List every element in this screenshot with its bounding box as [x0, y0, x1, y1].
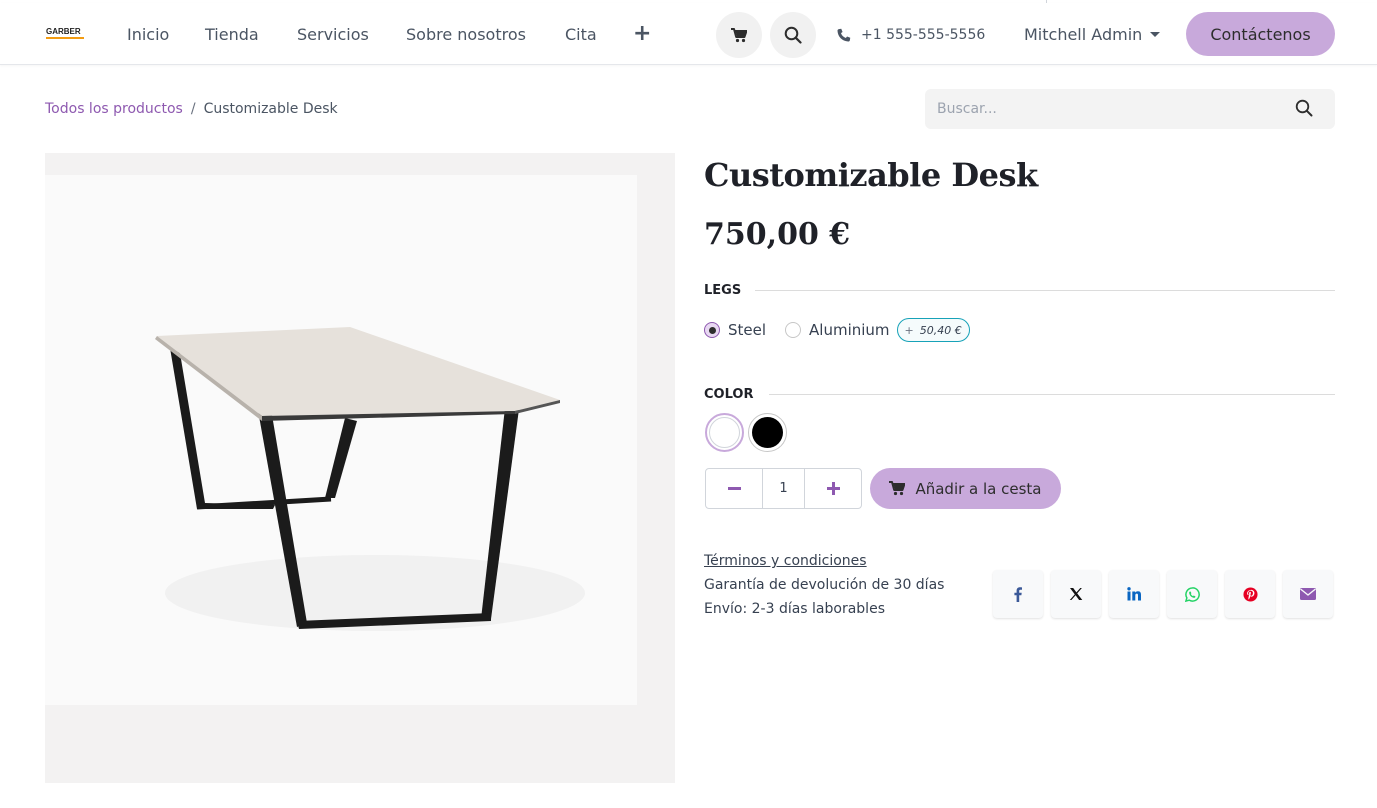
search-submit-button[interactable]	[1295, 99, 1315, 119]
breadcrumb-all-products[interactable]: Todos los productos	[45, 101, 183, 117]
legs-steel-label[interactable]: Steel	[728, 321, 766, 339]
share-x-button[interactable]	[1051, 570, 1101, 618]
color-swatch-black[interactable]	[748, 413, 787, 452]
phone-number: +1 555-555-5556	[861, 27, 986, 43]
quantity-input[interactable]	[762, 469, 805, 508]
chevron-down-icon	[1150, 32, 1161, 37]
nav-sobre-nosotros[interactable]: Sobre nosotros	[406, 25, 526, 45]
minus-icon	[727, 486, 741, 490]
radio-selected-dot	[708, 326, 716, 334]
phone-icon	[837, 28, 851, 42]
product-title: Customizable Desk	[704, 156, 1038, 194]
site-logo[interactable]: GARBER	[46, 27, 86, 41]
legs-attribute-label: LEGS	[704, 283, 742, 298]
extra-price-plus: +	[904, 323, 914, 337]
nav-servicios[interactable]: Servicios	[297, 25, 369, 45]
share-facebook-button[interactable]	[993, 570, 1043, 618]
legs-options: Steel Aluminium + 50,40 €	[704, 318, 970, 342]
white-swatch-fill	[709, 417, 740, 448]
whatsapp-icon	[1184, 586, 1200, 602]
nav-tienda[interactable]: Tienda	[205, 25, 259, 45]
legs-steel-radio[interactable]	[704, 322, 720, 338]
user-menu[interactable]: Mitchell Admin	[1024, 25, 1161, 45]
pinterest-icon	[1242, 586, 1258, 602]
legs-aluminium-label[interactable]: Aluminium	[809, 321, 890, 339]
color-divider	[769, 394, 1335, 395]
aluminium-extra-price-badge: + 50,40 €	[896, 318, 970, 342]
facebook-icon	[1014, 586, 1022, 602]
legs-divider	[755, 290, 1335, 291]
desk-illustration	[155, 327, 585, 631]
color-swatch-white[interactable]	[705, 413, 744, 452]
cart-icon	[731, 27, 747, 42]
terms-link[interactable]: Términos y condiciones	[704, 552, 867, 570]
search-input[interactable]	[925, 89, 1285, 129]
search-icon	[784, 26, 802, 44]
cart-button[interactable]	[716, 12, 762, 58]
envelope-icon	[1300, 588, 1316, 600]
search-icon	[1295, 99, 1313, 117]
user-name: Mitchell Admin	[1024, 25, 1143, 44]
nav-more-plus-icon[interactable]: +	[633, 21, 651, 47]
contact-us-button[interactable]: Contáctenos	[1186, 12, 1335, 56]
breadcrumb-separator: /	[190, 101, 196, 117]
share-linkedin-button[interactable]	[1109, 570, 1159, 618]
extra-price-value: 50,40 €	[919, 323, 962, 337]
shipping-text: Envío: 2-3 días laborables	[704, 601, 885, 617]
share-pinterest-button[interactable]	[1225, 570, 1275, 618]
add-to-cart-button[interactable]: Añadir a la cesta	[870, 468, 1061, 509]
search-toggle-button[interactable]	[770, 12, 816, 58]
logo-text: GARBER	[46, 27, 81, 36]
plus-icon	[826, 482, 840, 495]
logo-bar	[46, 37, 84, 39]
black-swatch-fill	[752, 417, 783, 448]
guarantee-text: Garantía de devolución de 30 días	[704, 577, 945, 593]
legs-aluminium-radio[interactable]	[785, 322, 802, 338]
linkedin-icon	[1127, 587, 1141, 601]
quantity-decrease-button[interactable]	[706, 469, 762, 508]
breadcrumb: Todos los productos / Customizable Desk	[45, 100, 338, 118]
share-email-button[interactable]	[1283, 570, 1333, 618]
x-icon	[1069, 588, 1083, 600]
product-price: 750,00 €	[704, 217, 851, 252]
product-image[interactable]	[45, 153, 675, 783]
quantity-stepper	[705, 468, 862, 509]
quantity-increase-button[interactable]	[805, 469, 861, 508]
cart-icon	[889, 481, 906, 496]
color-attribute-label: COLOR	[704, 387, 754, 402]
add-to-cart-label: Añadir a la cesta	[915, 479, 1042, 498]
site-header: GARBER Inicio Tienda Servicios Sobre nos…	[0, 3, 1377, 65]
nav-inicio[interactable]: Inicio	[127, 25, 169, 45]
phone-link[interactable]: +1 555-555-5556	[836, 26, 985, 44]
nav-cita[interactable]: Cita	[565, 25, 597, 45]
product-search	[925, 89, 1335, 129]
breadcrumb-current: Customizable Desk	[203, 101, 338, 117]
share-whatsapp-button[interactable]	[1167, 570, 1217, 618]
